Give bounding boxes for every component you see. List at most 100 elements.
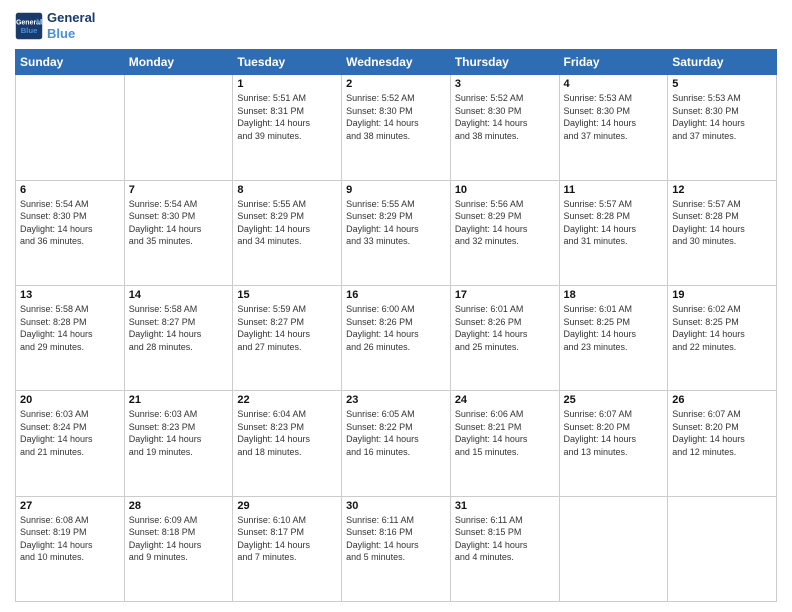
day-number: 29 bbox=[237, 500, 337, 512]
calendar-cell bbox=[559, 496, 668, 601]
day-number: 8 bbox=[237, 184, 337, 196]
calendar-cell bbox=[124, 75, 233, 180]
day-number: 18 bbox=[564, 289, 664, 301]
calendar-week-row: 1 Sunrise: 5:51 AM Sunset: 8:31 PM Daylig… bbox=[16, 75, 777, 180]
day-number: 31 bbox=[455, 500, 555, 512]
calendar-cell: 21Sunrise: 6:03 AM Sunset: 8:23 PM Dayli… bbox=[124, 391, 233, 496]
calendar-cell: 7 Sunrise: 5:54 AM Sunset: 8:30 PM Daylig… bbox=[124, 180, 233, 285]
cell-daylight-info: Sunrise: 5:57 AM Sunset: 8:28 PM Dayligh… bbox=[564, 198, 664, 248]
day-number: 21 bbox=[129, 394, 229, 406]
day-number: 6 bbox=[20, 184, 120, 196]
cell-daylight-info: Sunrise: 6:07 AM Sunset: 8:20 PM Dayligh… bbox=[564, 408, 664, 458]
calendar-cell: 31Sunrise: 6:11 AM Sunset: 8:15 PM Dayli… bbox=[450, 496, 559, 601]
calendar-week-row: 20 Sunrise: 6:03 AM Sunset: 8:24 PM Dayli… bbox=[16, 391, 777, 496]
day-number: 27 bbox=[20, 500, 120, 512]
day-number: 7 bbox=[129, 184, 229, 196]
weekday-header: Friday bbox=[559, 50, 668, 75]
calendar-cell: 5Sunrise: 5:53 AM Sunset: 8:30 PM Daylig… bbox=[668, 75, 777, 180]
cell-daylight-info: Sunrise: 5:58 AM Sunset: 8:27 PM Dayligh… bbox=[129, 303, 229, 353]
weekday-header: Thursday bbox=[450, 50, 559, 75]
calendar-cell: 30Sunrise: 6:11 AM Sunset: 8:16 PM Dayli… bbox=[342, 496, 451, 601]
day-number: 25 bbox=[564, 394, 664, 406]
calendar-cell: 24 Sunrise: 6:06 AM Sunset: 8:21 PM Dayli… bbox=[450, 391, 559, 496]
day-number: 19 bbox=[672, 289, 772, 301]
cell-daylight-info: Sunrise: 6:09 AM Sunset: 8:18 PM Dayligh… bbox=[129, 514, 229, 564]
day-number: 23 bbox=[346, 394, 446, 406]
cell-daylight-info: Sunrise: 5:55 AM Sunset: 8:29 PM Dayligh… bbox=[237, 198, 337, 248]
day-number: 22 bbox=[237, 394, 337, 406]
calendar-week-row: 13 Sunrise: 5:58 AM Sunset: 8:28 PM Dayli… bbox=[16, 285, 777, 390]
cell-daylight-info: Sunrise: 5:58 AM Sunset: 8:28 PM Dayligh… bbox=[20, 303, 120, 353]
calendar-cell: 28 Sunrise: 6:09 AM Sunset: 8:18 PM Dayli… bbox=[124, 496, 233, 601]
cell-daylight-info: Sunrise: 6:01 AM Sunset: 8:25 PM Dayligh… bbox=[564, 303, 664, 353]
logo-icon: General Blue bbox=[15, 12, 43, 40]
day-number: 20 bbox=[20, 394, 120, 406]
page: General Blue General Blue SundayMondayTu… bbox=[0, 0, 792, 612]
day-number: 10 bbox=[455, 184, 555, 196]
calendar-cell: 9Sunrise: 5:55 AM Sunset: 8:29 PM Daylig… bbox=[342, 180, 451, 285]
weekday-header: Saturday bbox=[668, 50, 777, 75]
day-number: 14 bbox=[129, 289, 229, 301]
cell-daylight-info: Sunrise: 5:52 AM Sunset: 8:30 PM Dayligh… bbox=[346, 92, 446, 142]
calendar-table: SundayMondayTuesdayWednesdayThursdayFrid… bbox=[15, 49, 777, 602]
logo: General Blue General Blue bbox=[15, 10, 95, 41]
cell-daylight-info: Sunrise: 6:01 AM Sunset: 8:26 PM Dayligh… bbox=[455, 303, 555, 353]
cell-daylight-info: Sunrise: 6:06 AM Sunset: 8:21 PM Dayligh… bbox=[455, 408, 555, 458]
cell-daylight-info: Sunrise: 6:10 AM Sunset: 8:17 PM Dayligh… bbox=[237, 514, 337, 564]
calendar-cell: 18 Sunrise: 6:01 AM Sunset: 8:25 PM Dayli… bbox=[559, 285, 668, 390]
calendar-cell bbox=[16, 75, 125, 180]
calendar-cell: 19Sunrise: 6:02 AM Sunset: 8:25 PM Dayli… bbox=[668, 285, 777, 390]
day-number: 11 bbox=[564, 184, 664, 196]
cell-daylight-info: Sunrise: 5:54 AM Sunset: 8:30 PM Dayligh… bbox=[20, 198, 120, 248]
calendar-cell: 26 Sunrise: 6:07 AM Sunset: 8:20 PM Dayli… bbox=[668, 391, 777, 496]
calendar-cell: 17Sunrise: 6:01 AM Sunset: 8:26 PM Dayli… bbox=[450, 285, 559, 390]
day-number: 24 bbox=[455, 394, 555, 406]
weekday-header: Wednesday bbox=[342, 50, 451, 75]
calendar-cell bbox=[668, 496, 777, 601]
calendar-cell: 10Sunrise: 5:56 AM Sunset: 8:29 PM Dayli… bbox=[450, 180, 559, 285]
calendar-cell: 4Sunrise: 5:53 AM Sunset: 8:30 PM Daylig… bbox=[559, 75, 668, 180]
cell-daylight-info: Sunrise: 5:54 AM Sunset: 8:30 PM Dayligh… bbox=[129, 198, 229, 248]
cell-daylight-info: Sunrise: 6:05 AM Sunset: 8:22 PM Dayligh… bbox=[346, 408, 446, 458]
day-number: 13 bbox=[20, 289, 120, 301]
day-number: 3 bbox=[455, 78, 555, 90]
calendar-cell: 1 Sunrise: 5:51 AM Sunset: 8:31 PM Daylig… bbox=[233, 75, 342, 180]
cell-daylight-info: Sunrise: 5:57 AM Sunset: 8:28 PM Dayligh… bbox=[672, 198, 772, 248]
calendar-cell: 22 Sunrise: 6:04 AM Sunset: 8:23 PM Dayli… bbox=[233, 391, 342, 496]
calendar-week-row: 27 Sunrise: 6:08 AM Sunset: 8:19 PM Dayli… bbox=[16, 496, 777, 601]
calendar-cell: 13 Sunrise: 5:58 AM Sunset: 8:28 PM Dayli… bbox=[16, 285, 125, 390]
cell-daylight-info: Sunrise: 5:53 AM Sunset: 8:30 PM Dayligh… bbox=[564, 92, 664, 142]
day-number: 12 bbox=[672, 184, 772, 196]
day-number: 5 bbox=[672, 78, 772, 90]
calendar-cell: 12 Sunrise: 5:57 AM Sunset: 8:28 PM Dayli… bbox=[668, 180, 777, 285]
calendar-week-row: 6 Sunrise: 5:54 AM Sunset: 8:30 PM Daylig… bbox=[16, 180, 777, 285]
day-number: 2 bbox=[346, 78, 446, 90]
cell-daylight-info: Sunrise: 5:59 AM Sunset: 8:27 PM Dayligh… bbox=[237, 303, 337, 353]
day-number: 26 bbox=[672, 394, 772, 406]
svg-text:Blue: Blue bbox=[21, 26, 39, 35]
cell-daylight-info: Sunrise: 6:03 AM Sunset: 8:24 PM Dayligh… bbox=[20, 408, 120, 458]
calendar-cell: 29 Sunrise: 6:10 AM Sunset: 8:17 PM Dayli… bbox=[233, 496, 342, 601]
weekday-header: Sunday bbox=[16, 50, 125, 75]
day-number: 30 bbox=[346, 500, 446, 512]
calendar-cell: 25 Sunrise: 6:07 AM Sunset: 8:20 PM Dayli… bbox=[559, 391, 668, 496]
cell-daylight-info: Sunrise: 5:51 AM Sunset: 8:31 PM Dayligh… bbox=[237, 92, 337, 142]
day-number: 16 bbox=[346, 289, 446, 301]
cell-daylight-info: Sunrise: 6:07 AM Sunset: 8:20 PM Dayligh… bbox=[672, 408, 772, 458]
weekday-header: Monday bbox=[124, 50, 233, 75]
calendar-cell: 6 Sunrise: 5:54 AM Sunset: 8:30 PM Daylig… bbox=[16, 180, 125, 285]
day-number: 15 bbox=[237, 289, 337, 301]
cell-daylight-info: Sunrise: 6:04 AM Sunset: 8:23 PM Dayligh… bbox=[237, 408, 337, 458]
calendar-cell: 14 Sunrise: 5:58 AM Sunset: 8:27 PM Dayli… bbox=[124, 285, 233, 390]
calendar-cell: 3 Sunrise: 5:52 AM Sunset: 8:30 PM Daylig… bbox=[450, 75, 559, 180]
calendar-cell: 2 Sunrise: 5:52 AM Sunset: 8:30 PM Daylig… bbox=[342, 75, 451, 180]
day-number: 28 bbox=[129, 500, 229, 512]
day-number: 1 bbox=[237, 78, 337, 90]
calendar-header-row: SundayMondayTuesdayWednesdayThursdayFrid… bbox=[16, 50, 777, 75]
calendar-cell: 16Sunrise: 6:00 AM Sunset: 8:26 PM Dayli… bbox=[342, 285, 451, 390]
calendar-cell: 11 Sunrise: 5:57 AM Sunset: 8:28 PM Dayli… bbox=[559, 180, 668, 285]
day-number: 9 bbox=[346, 184, 446, 196]
cell-daylight-info: Sunrise: 5:52 AM Sunset: 8:30 PM Dayligh… bbox=[455, 92, 555, 142]
cell-daylight-info: Sunrise: 6:08 AM Sunset: 8:19 PM Dayligh… bbox=[20, 514, 120, 564]
header: General Blue General Blue bbox=[15, 10, 777, 41]
